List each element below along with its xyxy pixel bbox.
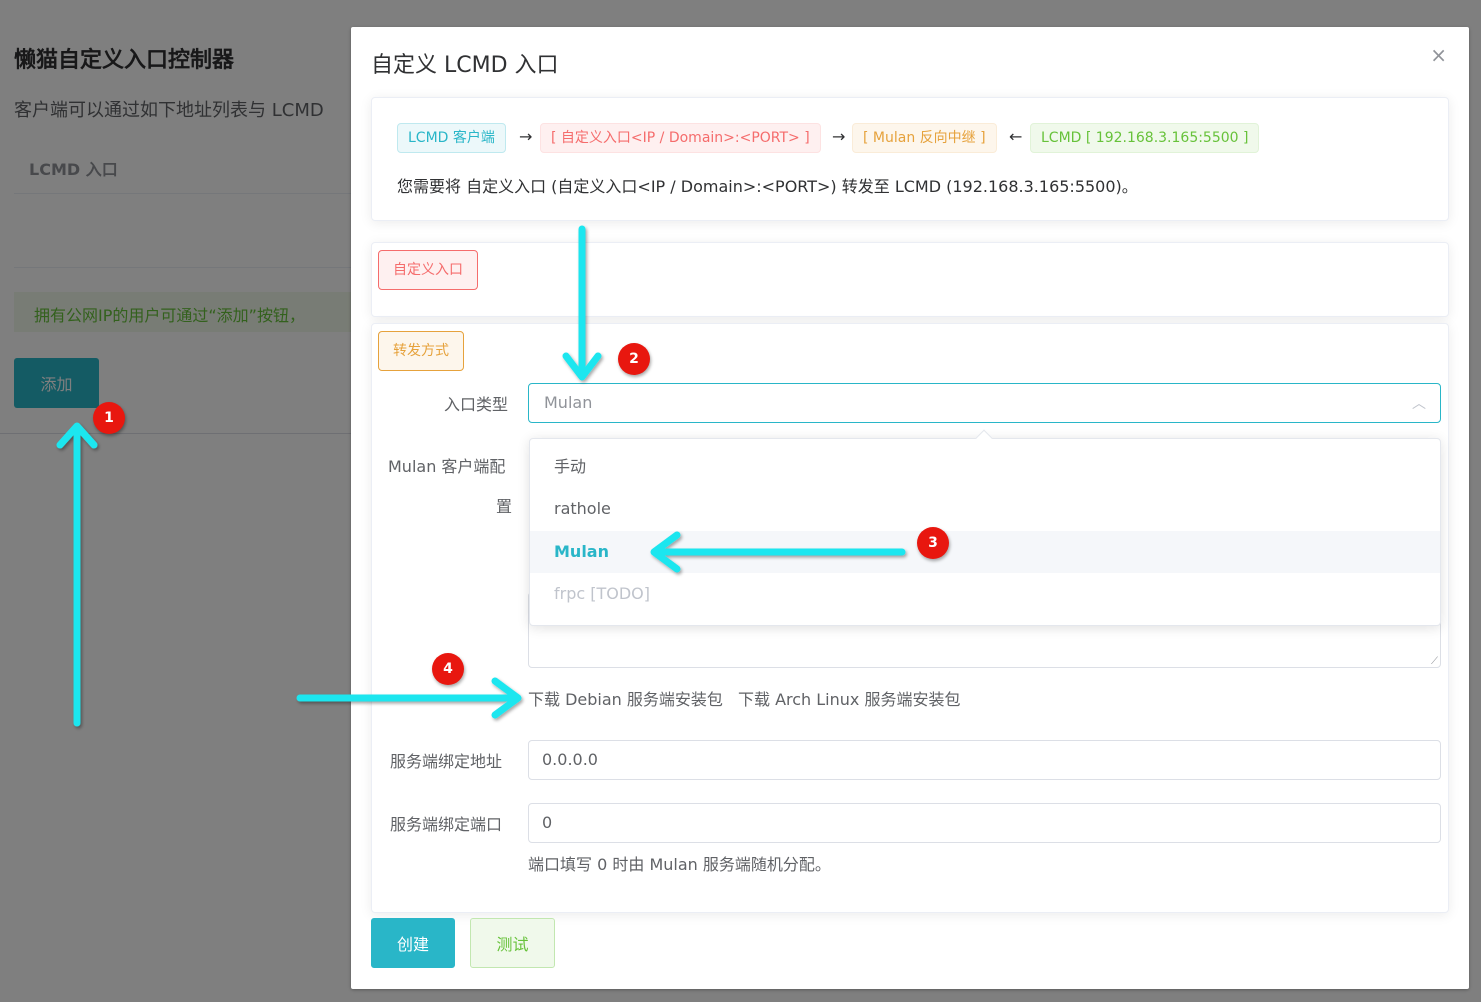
entry-type-label: 入口类型: [444, 395, 509, 414]
bind-port-input[interactable]: 0: [528, 803, 1441, 843]
annotation-badge-4: 4: [432, 653, 464, 685]
chevron-up-icon: ︿: [1412, 396, 1426, 412]
bind-addr-input[interactable]: 0.0.0.0: [528, 740, 1441, 780]
client-config-label: Mulan 客户端配: [388, 457, 506, 476]
create-button[interactable]: 创建: [371, 918, 455, 968]
annotation-badge-1: 1: [93, 402, 125, 434]
option-mulan[interactable]: Mulan: [530, 531, 1440, 573]
arrow-right-icon: →: [832, 127, 846, 146]
annotation-badge-2: 2: [618, 343, 650, 375]
entry-type-dropdown: 手动 rathole Mulan frpc [TODO]: [529, 429, 1441, 626]
option-manual[interactable]: 手动: [530, 446, 1440, 488]
option-rathole[interactable]: rathole: [530, 488, 1440, 530]
dialog-title: 自定义 LCMD 入口: [371, 53, 559, 78]
custom-entry-card: 自定义入口: [371, 242, 1449, 317]
download-debian-link[interactable]: 下载 Debian 服务端安装包: [528, 690, 723, 709]
download-arch-link[interactable]: 下载 Arch Linux 服务端安装包: [738, 690, 960, 709]
flow-tag-custom-entry: [ 自定义入口<IP / Domain>:<PORT> ]: [540, 123, 821, 153]
client-config-label-wrap: 置: [496, 497, 513, 516]
flow-card: LCMD 客户端 → [ 自定义入口<IP / Domain>:<PORT> ]…: [371, 97, 1449, 221]
entry-type-value: Mulan: [544, 393, 593, 412]
arrow-right-icon: →: [519, 127, 533, 146]
flow-tag-lcmd: LCMD [ 192.168.3.165:5500 ]: [1030, 123, 1260, 153]
option-frpc: frpc [TODO]: [554, 584, 651, 603]
close-icon[interactable]: ×: [1430, 43, 1447, 67]
arrow-left-icon: ←: [1009, 127, 1023, 146]
download-links: 下载 Debian 服务端安装包 下载 Arch Linux 服务端安装包: [528, 686, 970, 710]
test-button[interactable]: 测试: [470, 918, 555, 968]
entry-type-select[interactable]: Mulan ︿: [528, 383, 1441, 423]
flow-tag-relay: [ Mulan 反向中继 ]: [852, 123, 997, 153]
flow-description: 您需要将 自定义入口 (自定义入口<IP / Domain>:<PORT>) 转…: [397, 177, 1138, 196]
bind-addr-label: 服务端绑定地址: [390, 752, 503, 771]
section-tag-custom-entry: 自定义入口: [378, 250, 478, 290]
resize-handle-icon[interactable]: ⟋: [1431, 656, 1438, 667]
section-tag-forwarding: 转发方式: [378, 331, 464, 371]
port-hint: 端口填写 0 时由 Mulan 服务端随机分配。: [528, 855, 831, 874]
annotation-badge-3: 3: [917, 527, 949, 559]
bind-port-label: 服务端绑定端口: [390, 815, 503, 834]
flow-tag-client: LCMD 客户端: [397, 123, 506, 153]
